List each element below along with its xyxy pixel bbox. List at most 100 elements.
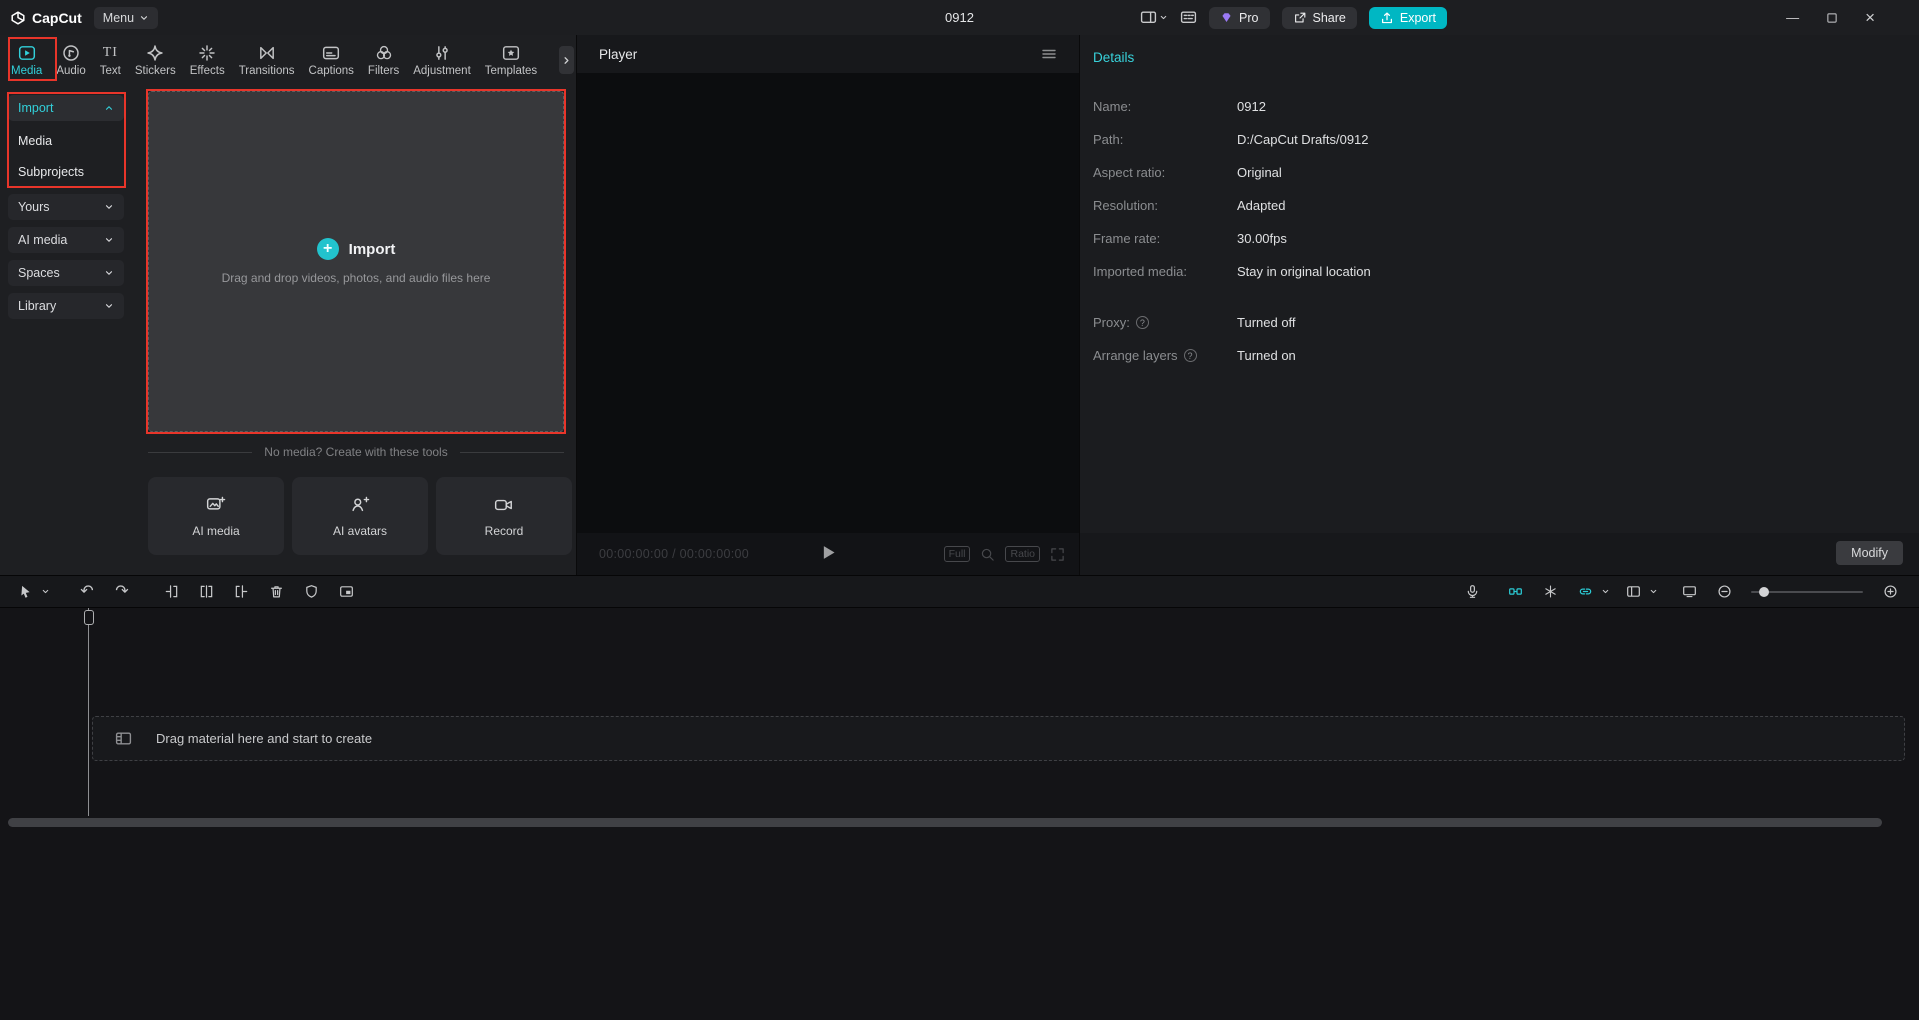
divider-line: [459, 451, 564, 453]
tab-stickers[interactable]: Stickers: [128, 42, 183, 79]
track-options-button[interactable]: [1620, 580, 1646, 604]
pro-badge[interactable]: Pro: [1209, 6, 1270, 29]
delete-button[interactable]: [263, 580, 289, 604]
import-dropzone[interactable]: + Import Drag and drop videos, photos, a…: [148, 91, 564, 432]
select-tool-button[interactable]: [12, 580, 38, 604]
ai-avatars-icon: [350, 495, 370, 515]
media-strip-icon: [115, 730, 132, 747]
sidebar-item-spaces[interactable]: Spaces: [8, 260, 124, 286]
chevron-right-icon: [564, 56, 569, 64]
preview-axis-button[interactable]: [1676, 580, 1702, 604]
tools-divider: No media? Create with these tools: [148, 445, 564, 459]
fit-zoom-icon[interactable]: [980, 547, 995, 562]
tab-adjustment[interactable]: Adjustment: [406, 42, 478, 79]
split-button[interactable]: [193, 580, 219, 604]
full-button[interactable]: Full: [943, 546, 971, 562]
modify-button[interactable]: Modify: [1836, 541, 1903, 565]
sidebar-item-import[interactable]: Import: [8, 95, 124, 121]
zoom-in-button[interactable]: [1877, 580, 1903, 604]
info-icon[interactable]: ?: [1135, 316, 1149, 329]
voiceover-button[interactable]: [1459, 580, 1485, 604]
tab-filters[interactable]: Filters: [361, 42, 406, 79]
chevron-down-icon: [1650, 589, 1657, 594]
link-toggle-dropdown[interactable]: [1600, 580, 1611, 604]
tab-transitions[interactable]: Transitions: [232, 42, 302, 79]
media-icon: [18, 44, 36, 62]
link-toggle[interactable]: [1572, 580, 1598, 604]
zoom-slider[interactable]: [1751, 586, 1863, 597]
snowflake-icon: [1544, 585, 1556, 598]
sidebar-item-yours[interactable]: Yours: [8, 194, 124, 220]
templates-icon: [502, 44, 520, 62]
player-stage: [577, 73, 1079, 533]
trim-left-icon: [165, 585, 177, 598]
sidebar-item-media[interactable]: Media: [8, 126, 124, 155]
timeline-drop-target[interactable]: Drag material here and start to create: [92, 716, 1905, 761]
fullscreen-icon[interactable]: [1050, 547, 1065, 562]
player-title: Player: [599, 46, 638, 62]
crop-button[interactable]: [333, 580, 359, 604]
play-button[interactable]: [819, 543, 838, 562]
tab-media[interactable]: Media: [4, 42, 49, 79]
ai-avatars-card[interactable]: AI avatars: [292, 477, 428, 555]
mask-button[interactable]: [298, 580, 324, 604]
auto-ripple-toggle[interactable]: [1502, 580, 1528, 604]
select-tool-dropdown[interactable]: [40, 580, 51, 604]
tab-effects[interactable]: Effects: [183, 42, 232, 79]
record-camera-icon: [494, 495, 514, 515]
text-icon: TI: [102, 44, 118, 60]
tab-templates[interactable]: Templates: [478, 42, 544, 79]
track-options-dropdown[interactable]: [1648, 580, 1659, 604]
details-panel: Details Name: 0912 Path: D:/CapCut Draft…: [1080, 35, 1919, 575]
chevron-down-icon: [139, 13, 149, 23]
zoom-in-icon: [1883, 585, 1897, 598]
filters-icon: [375, 44, 393, 62]
share-button[interactable]: Share: [1281, 6, 1357, 29]
microphone-icon: [1467, 585, 1477, 598]
info-icon[interactable]: ?: [1183, 349, 1197, 362]
capcut-logo-icon: [10, 10, 26, 26]
redo-button[interactable]: ↷: [109, 580, 135, 604]
sidebar-item-subprojects[interactable]: Subprojects: [8, 157, 124, 186]
horizontal-scrollbar[interactable]: [8, 818, 1882, 827]
record-card[interactable]: Record: [436, 477, 572, 555]
delete-right-button[interactable]: [228, 580, 254, 604]
ai-media-card[interactable]: AI media: [148, 477, 284, 555]
chevron-down-icon: [42, 589, 49, 594]
snap-toggle[interactable]: [1537, 580, 1563, 604]
workspace-layout-button[interactable]: [1140, 9, 1168, 26]
captions-icon: [322, 44, 340, 62]
sidebar-item-ai-media[interactable]: AI media: [8, 227, 124, 253]
capcut-app: CapCut Menu 0912 Pro Share Export — × Me…: [0, 0, 1919, 1020]
tabs-expand-button[interactable]: [559, 46, 574, 74]
tab-text[interactable]: TI Text: [93, 42, 128, 79]
tab-audio[interactable]: Audio: [49, 42, 92, 79]
detail-row-frame-rate: Frame rate: 30.00fps: [1093, 231, 1287, 246]
cursor-icon: [20, 585, 30, 598]
panel-layout-button[interactable]: [1180, 9, 1197, 26]
divider-line: [148, 451, 253, 453]
transitions-icon: [258, 44, 276, 62]
maximize-button[interactable]: [1826, 12, 1838, 24]
export-button[interactable]: Export: [1368, 6, 1447, 29]
adjustment-icon: [433, 44, 451, 62]
close-button[interactable]: ×: [1865, 8, 1875, 28]
project-title: 0912: [945, 10, 974, 25]
ratio-button[interactable]: Ratio: [1005, 546, 1040, 562]
undo-button[interactable]: ↶: [74, 580, 100, 604]
player-menu-icon[interactable]: [1041, 46, 1057, 62]
zoom-out-button[interactable]: [1711, 580, 1737, 604]
track-layout-icon: [1626, 586, 1640, 597]
chevron-down-icon: [105, 304, 113, 308]
sidebar-item-library[interactable]: Library: [8, 293, 124, 319]
tab-captions[interactable]: Captions: [302, 42, 361, 79]
asset-tabstrip: Media Audio TI Text Stickers Effects Tra…: [0, 35, 576, 85]
playhead[interactable]: [84, 610, 94, 625]
import-hint: Drag and drop videos, photos, and audio …: [221, 271, 491, 285]
minimize-button[interactable]: —: [1786, 10, 1799, 25]
menu-button[interactable]: Menu: [93, 6, 159, 29]
picture-in-picture-icon: [339, 586, 353, 597]
delete-left-button[interactable]: [158, 580, 184, 604]
capcut-logo-text: CapCut: [32, 9, 82, 26]
shield-icon: [305, 585, 317, 598]
